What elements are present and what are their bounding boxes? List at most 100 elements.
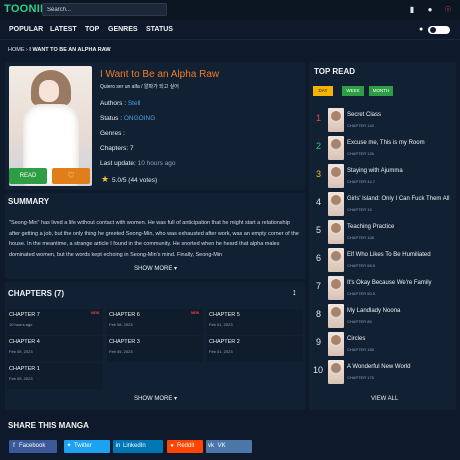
chapter-name: CHAPTER 1: [9, 366, 40, 372]
bookmark-icon[interactable]: ▮: [407, 5, 417, 15]
top-read-thumbnail[interactable]: [328, 108, 344, 132]
tab-week[interactable]: WEEK: [342, 86, 364, 96]
nav-top[interactable]: TOP: [85, 26, 99, 33]
top-read-item[interactable]: 10 A Wonderful New World CHAPTER 175: [312, 360, 452, 384]
chapter-date: Feb 05, 2023: [9, 349, 33, 354]
top-read-item[interactable]: 4 Girls' Island: Only I Can Fuck Them Al…: [312, 192, 452, 216]
top-read-name[interactable]: Teaching Practice: [347, 224, 394, 230]
chapter-item[interactable]: CHAPTER 1 Feb 05, 2023: [7, 363, 103, 389]
chapter-item[interactable]: CHAPTER 2 Feb 01, 2023: [207, 336, 303, 362]
top-read-thumbnail[interactable]: [328, 136, 344, 160]
chapter-item[interactable]: CHAPTER 6 Feb 08, 2023 NEW: [107, 309, 203, 335]
tab-month[interactable]: MONTH: [369, 86, 393, 96]
top-header: TOONILY ▮ ● ☉: [0, 0, 460, 20]
vk-icon: vk: [208, 443, 214, 449]
top-read-name[interactable]: My Landlady Noona: [347, 308, 400, 314]
main-nav: POPULAR LATEST TOP GENRES STATUS: [0, 20, 460, 40]
manga-alt-title: Quiero ser un alfa / 알파가 되고 싶어: [100, 84, 179, 90]
chapter-item[interactable]: CHAPTER 5 Feb 01, 2023: [207, 309, 303, 335]
share-vk-label: VK: [217, 443, 226, 449]
read-button[interactable]: READ: [9, 168, 47, 184]
top-read-thumbnail[interactable]: [328, 332, 344, 356]
summary-text: "Seong-Min" has lived a life without con…: [9, 220, 299, 258]
nav-latest[interactable]: LATEST: [50, 26, 77, 33]
top-read-name[interactable]: Circles: [347, 336, 365, 342]
nav-status[interactable]: STATUS: [146, 26, 173, 33]
top-read-item[interactable]: 1 Secret Class CHAPTER 143: [312, 108, 452, 132]
manga-title: I Want to Be an Alpha Raw: [100, 69, 220, 80]
share-vk-button[interactable]: vk VK: [206, 440, 252, 453]
new-badge: NEW: [191, 311, 200, 315]
bell-icon[interactable]: ●: [425, 5, 435, 15]
top-read-chapter[interactable]: CHAPTER 126: [347, 151, 374, 156]
top-read-chapter[interactable]: CHAPTER 108: [347, 235, 374, 240]
summary-show-more[interactable]: SHOW MORE ▾: [134, 265, 177, 272]
top-read-chapter[interactable]: CHAPTER 58.5: [347, 263, 375, 268]
summary-title: SUMMARY: [8, 197, 50, 206]
nav-popular[interactable]: POPULAR: [9, 26, 43, 33]
rating-max: /5: [121, 177, 127, 184]
top-read-item[interactable]: 6 Elf Who Likes To Be Humiliated CHAPTER…: [312, 248, 452, 272]
share-linkedin-button[interactable]: in LinkedIn: [113, 440, 163, 453]
top-read-chapter[interactable]: CHAPTER 85: [347, 319, 372, 324]
top-read-thumbnail[interactable]: [328, 220, 344, 244]
rank-number: 2: [316, 141, 322, 151]
search-input[interactable]: [42, 3, 167, 16]
chapter-date: Feb 05, 2023: [9, 376, 33, 381]
top-read-chapter[interactable]: CHAPTER 15: [347, 207, 372, 212]
genres-row: Genres :: [100, 130, 125, 137]
share-facebook-button[interactable]: f Facebook: [9, 440, 57, 453]
top-read-name[interactable]: Secret Class: [347, 112, 381, 118]
share-twitter-button[interactable]: ✦ Twitter: [64, 440, 110, 453]
status-value[interactable]: ONGOING: [124, 115, 155, 122]
rank-number: 5: [316, 225, 322, 235]
favorite-button[interactable]: ♡: [52, 168, 90, 184]
top-read-chapter[interactable]: CHAPTER 175: [347, 375, 374, 380]
top-read-item[interactable]: 8 My Landlady Noona CHAPTER 85: [312, 304, 452, 328]
top-read-chapter[interactable]: CHAPTER 158: [347, 347, 374, 352]
authors-value[interactable]: Stell: [128, 100, 141, 107]
chapter-item[interactable]: CHAPTER 3 Feb 05, 2023: [107, 336, 203, 362]
top-read-thumbnail[interactable]: [328, 248, 344, 272]
last-update-row: Last update: 10 hours ago: [100, 160, 176, 167]
chapters-show-more[interactable]: SHOW MORE ▾: [134, 395, 177, 402]
theme-toggle[interactable]: [428, 26, 450, 34]
tab-day[interactable]: DAY: [313, 86, 333, 96]
star-icon[interactable]: ★: [101, 174, 109, 185]
chapter-date: 10 hours ago: [9, 322, 33, 327]
chapter-name: CHAPTER 4: [9, 339, 40, 345]
top-read-chapter[interactable]: CHAPTER 50.5: [347, 291, 375, 296]
sort-icon[interactable]: ↕: [292, 287, 297, 297]
status-label: Status :: [100, 115, 123, 122]
nav-genres[interactable]: GENRES: [108, 26, 138, 33]
top-read-item[interactable]: 7 It's Okay Because We're Family CHAPTER…: [312, 276, 452, 300]
rank-number: 4: [316, 197, 322, 207]
top-read-name[interactable]: Elf Who Likes To Be Humiliated: [347, 252, 431, 258]
top-read-chapter[interactable]: CHAPTER 44.7: [347, 179, 375, 184]
chapter-item[interactable]: CHAPTER 7 10 hours ago NEW: [7, 309, 103, 335]
top-read-name[interactable]: A Wonderful New World: [347, 364, 410, 370]
top-read-title: TOP READ: [314, 67, 356, 76]
chapters-row: Chapters: 7: [100, 145, 134, 152]
top-read-name[interactable]: Staying with Ajumma: [347, 168, 403, 174]
top-read-item[interactable]: 5 Teaching Practice CHAPTER 108: [312, 220, 452, 244]
view-all-link[interactable]: VIEW ALL: [371, 396, 398, 402]
top-read-name[interactable]: Girls' Island: Only I Can Fuck Them All: [347, 196, 449, 202]
breadcrumb-home[interactable]: HOME: [8, 47, 25, 53]
top-read-item[interactable]: 2 Excuse me, This is my Room CHAPTER 126: [312, 136, 452, 160]
top-read-thumbnail[interactable]: [328, 360, 344, 384]
top-read-item[interactable]: 3 Staying with Ajumma CHAPTER 44.7: [312, 164, 452, 188]
top-read-name[interactable]: Excuse me, This is my Room: [347, 140, 425, 146]
top-read-chapter[interactable]: CHAPTER 143: [347, 123, 374, 128]
top-read-thumbnail[interactable]: [328, 164, 344, 188]
chapter-item[interactable]: CHAPTER 4 Feb 05, 2023: [7, 336, 103, 362]
breadcrumb-separator: ›: [26, 47, 28, 53]
top-read-item[interactable]: 9 Circles CHAPTER 158: [312, 332, 452, 356]
top-read-thumbnail[interactable]: [328, 304, 344, 328]
top-read-thumbnail[interactable]: [328, 276, 344, 300]
top-read-thumbnail[interactable]: [328, 192, 344, 216]
chapter-name: CHAPTER 6: [109, 312, 140, 318]
share-reddit-button[interactable]: ● Reddit: [167, 440, 203, 453]
user-icon[interactable]: ☉: [443, 5, 453, 15]
top-read-name[interactable]: It's Okay Because We're Family: [347, 280, 432, 286]
